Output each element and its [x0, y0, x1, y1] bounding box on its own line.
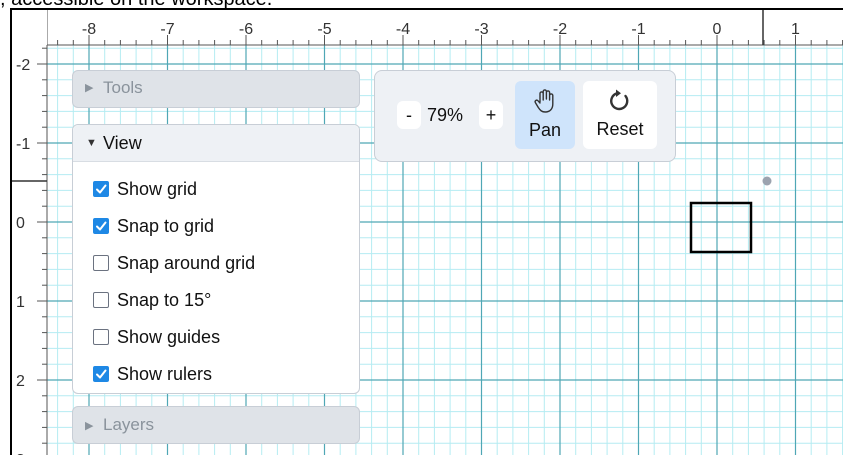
selected-shape[interactable] — [689, 201, 753, 254]
ruler-y-label: -1 — [16, 136, 30, 153]
ruler-y-label: 2 — [16, 373, 25, 390]
triangle-right-icon: ▶ — [85, 420, 94, 432]
view-option-label: Snap around grid — [117, 252, 256, 273]
guide-handle-dot[interactable] — [762, 176, 772, 186]
checkbox[interactable] — [93, 181, 109, 197]
checkbox[interactable] — [93, 218, 109, 234]
checkbox[interactable] — [93, 329, 109, 345]
view-option-label: Snap to grid — [117, 215, 215, 236]
pan-label: Pan — [528, 120, 562, 140]
checkbox[interactable] — [93, 292, 109, 308]
workspace-canvas[interactable]: -8-7-6-5-4-3-2-101 -2-10123 ▶ Tools ▼ Vi… — [10, 8, 843, 455]
checkmark-icon — [96, 221, 107, 231]
zoom-toolbar: - 79% + Pan Reset — [374, 70, 676, 162]
layers-panel-title: Layers — [103, 415, 155, 434]
tools-panel-title: Tools — [103, 78, 143, 97]
reset-button[interactable]: Reset — [583, 81, 657, 149]
zoom-level: 79% — [427, 105, 464, 125]
checkbox[interactable] — [93, 255, 109, 271]
view-option-row[interactable]: Show rulers — [93, 360, 212, 388]
rotate-cw-icon — [607, 88, 633, 119]
view-panel-title: View — [103, 133, 142, 153]
tools-panel[interactable]: ▶ Tools — [72, 70, 360, 108]
view-option-label: Snap to 15° — [117, 289, 212, 310]
ruler-y-label: -2 — [16, 57, 30, 74]
pan-button[interactable]: Pan — [515, 81, 575, 149]
view-option-row[interactable]: Snap to grid — [93, 212, 214, 240]
view-option-row[interactable]: Show guides — [93, 323, 220, 351]
zoom-in-button[interactable]: + — [479, 101, 503, 129]
checkbox[interactable] — [93, 366, 109, 382]
view-panel-header[interactable]: ▼ View — [73, 125, 359, 162]
hand-icon — [531, 87, 559, 120]
triangle-down-icon: ▼ — [86, 137, 97, 149]
ruler-y-label: 0 — [16, 215, 25, 232]
layers-panel[interactable]: ▶ Layers — [72, 406, 360, 444]
view-option-row[interactable]: Snap to 15° — [93, 286, 211, 314]
view-option-row[interactable]: Show grid — [93, 175, 197, 203]
ruler-y-label: 1 — [16, 294, 25, 311]
header-text: , accessible on the workspace. — [0, 0, 843, 8]
reset-label: Reset — [596, 119, 644, 139]
view-option-row[interactable]: Snap around grid — [93, 249, 255, 277]
view-option-label: Show grid — [117, 178, 198, 199]
checkmark-icon — [96, 184, 107, 194]
checkmark-icon — [96, 369, 107, 379]
view-panel: ▼ View Show grid Snap to grid Snap around … — [72, 124, 360, 394]
view-option-label: Show guides — [117, 326, 221, 347]
triangle-right-icon: ▶ — [85, 82, 94, 94]
view-option-label: Show rulers — [117, 363, 213, 384]
zoom-out-button[interactable]: - — [397, 101, 421, 129]
